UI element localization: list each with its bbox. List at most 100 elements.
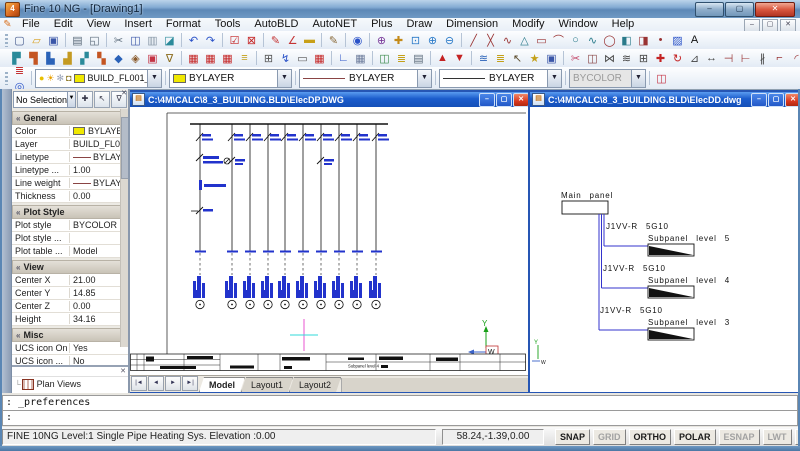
menu-view[interactable]: View: [80, 18, 118, 31]
bld-convert-icon[interactable]: ◈: [127, 50, 144, 66]
grid-small-icon[interactable]: ▦: [352, 50, 369, 66]
property-row[interactable]: Center Z0.00: [12, 300, 128, 313]
chamfer-icon[interactable]: ⌐: [771, 50, 788, 66]
draw-line-icon[interactable]: ╱: [465, 32, 482, 48]
table-edit-icon[interactable]: ⊞: [260, 50, 277, 66]
property-row[interactable]: Plot table ...Model: [12, 245, 128, 258]
find-icon[interactable]: ◉: [349, 32, 366, 48]
make-block-icon[interactable]: ◨: [635, 32, 652, 48]
child-maximize-button[interactable]: ▢: [768, 93, 784, 107]
layer-properties-icon[interactable]: ≣: [11, 62, 28, 78]
property-row[interactable]: Center Y14.85: [12, 287, 128, 300]
toolbar-grip[interactable]: [5, 72, 8, 85]
zoom-realtime-icon[interactable]: ⊕: [373, 32, 390, 48]
palette-close-icon[interactable]: ✕: [121, 89, 127, 97]
draw-polyline-icon[interactable]: ∿: [499, 32, 516, 48]
copy-clipboard-icon[interactable]: ◫: [127, 32, 144, 48]
copy-object-icon[interactable]: ◫: [584, 50, 601, 66]
print-preview-icon[interactable]: ◱: [86, 32, 103, 48]
chevron-down-icon[interactable]: ▼: [547, 70, 561, 87]
drawing-canvas-single-line-diagram[interactable]: Y W ✕: [130, 107, 530, 375]
bld-stairs-icon[interactable]: ▞: [76, 50, 93, 66]
box-edit-icon[interactable]: ▭: [294, 50, 311, 66]
prev-tab-button[interactable]: ◄: [148, 376, 164, 391]
zoom-in-icon[interactable]: ⊕: [424, 32, 441, 48]
chevron-down-icon[interactable]: ▼: [67, 92, 75, 107]
property-row[interactable]: UCS icon OnYes: [12, 342, 128, 355]
circuit-branch-icon[interactable]: ↯: [277, 50, 294, 66]
property-row[interactable]: Center X21.00: [12, 274, 128, 287]
lineweight-control-dropdown[interactable]: BYLAYER ▼: [439, 69, 562, 88]
menu-modify[interactable]: Modify: [505, 18, 551, 31]
insert-block-icon[interactable]: ◧: [618, 32, 635, 48]
toolbar-grip[interactable]: [5, 34, 8, 47]
section-header-view[interactable]: «View▪: [12, 260, 128, 274]
select-objects-button[interactable]: ↖: [94, 91, 110, 108]
undo-icon[interactable]: ↶: [185, 32, 202, 48]
break-icon[interactable]: ∦: [754, 50, 771, 66]
layers-list-icon[interactable]: ≣: [492, 50, 509, 66]
menu-dimension[interactable]: Dimension: [439, 18, 505, 31]
pan-icon[interactable]: ✚: [390, 32, 407, 48]
corner-tool-icon[interactable]: ∟: [335, 50, 352, 66]
net-panel-1-icon[interactable]: ▦: [185, 50, 202, 66]
property-row[interactable]: Thickness0.00: [12, 190, 128, 203]
draw-point-icon[interactable]: •: [652, 32, 669, 48]
erase-icon[interactable]: ✂: [567, 50, 584, 66]
make-object-layer-current-icon[interactable]: ◫: [653, 70, 670, 86]
panel-close-icon[interactable]: ✕: [120, 367, 126, 375]
level-up-icon[interactable]: ▲: [434, 50, 451, 66]
layer-stack-icon[interactable]: ≣: [393, 50, 410, 66]
net-panel-3-icon[interactable]: ▦: [219, 50, 236, 66]
measure-ruler-icon[interactable]: ▬: [301, 32, 318, 48]
menu-autobld[interactable]: AutoBLD: [247, 18, 305, 31]
net-levels-icon[interactable]: ≡: [236, 50, 253, 66]
first-tab-button[interactable]: |◄: [131, 376, 147, 391]
layer-lock-icon[interactable]: ◘: [66, 73, 71, 83]
section-header-general[interactable]: «General▪: [12, 111, 128, 125]
toggle-pickadd-button[interactable]: ✚: [77, 91, 93, 108]
scale-icon[interactable]: ⊿: [686, 50, 703, 66]
open-file-icon[interactable]: ▱: [28, 32, 45, 48]
draw-hatch-icon[interactable]: ▨: [669, 32, 686, 48]
save-file-icon[interactable]: ▣: [45, 32, 62, 48]
child-maximize-button[interactable]: ▢: [496, 93, 512, 107]
sketch-pen-icon[interactable]: ✎: [325, 32, 342, 48]
bld-roofs-icon[interactable]: ▟: [59, 50, 76, 66]
section-header-misc[interactable]: «Misc▪: [12, 328, 128, 342]
new-file-icon[interactable]: ▢: [11, 32, 28, 48]
color-control-dropdown[interactable]: BYLAYER ▼: [169, 69, 292, 88]
property-row[interactable]: ColorBYLAYER: [12, 125, 128, 138]
close-button[interactable]: ✕: [755, 2, 795, 17]
extend-icon[interactable]: ⊢: [737, 50, 754, 66]
bld-model-icon[interactable]: ▣: [144, 50, 161, 66]
property-row[interactable]: Plot styleBYCOLOR: [12, 219, 128, 232]
zoom-out-icon[interactable]: ⊖: [441, 32, 458, 48]
draw-spline-icon[interactable]: ∿: [584, 32, 601, 48]
linetype-control-dropdown[interactable]: BYLAYER ▼: [299, 69, 432, 88]
draw-polygon-icon[interactable]: △: [516, 32, 533, 48]
palette-title-strip[interactable]: [2, 89, 12, 393]
mirror-icon[interactable]: ⋈: [601, 50, 618, 66]
command-line-area[interactable]: : _preferences :: [0, 393, 800, 427]
move-icon[interactable]: ✚: [652, 50, 669, 66]
property-row[interactable]: LayerBUILD_FL001_: [12, 138, 128, 151]
property-row[interactable]: Linetype ...1.00: [12, 164, 128, 177]
draw-rectangle-icon[interactable]: ▭: [533, 32, 550, 48]
fillet-icon[interactable]: ◜: [788, 50, 800, 66]
chevron-down-icon[interactable]: ▼: [417, 70, 431, 87]
menu-file[interactable]: File: [15, 18, 47, 31]
trim-icon[interactable]: ⊣: [720, 50, 737, 66]
toggle-grid[interactable]: GRID: [593, 429, 626, 445]
plan-views-item[interactable]: └ Plan Views: [12, 377, 128, 391]
rotate-icon[interactable]: ↻: [669, 50, 686, 66]
redo-icon[interactable]: ↷: [202, 32, 219, 48]
title-bar[interactable]: 4 Fine 10 NG - [Drawing1] – ▢ ✕: [0, 0, 800, 18]
check-drawing-icon[interactable]: ☑: [226, 32, 243, 48]
drawing-window-title-bar[interactable]: ▤ C:\4M\CALC\8_3_BUILDING.BLD\ElecDP.DWG…: [130, 92, 530, 107]
child-minimize-button[interactable]: –: [751, 93, 767, 107]
maximize-button[interactable]: ▢: [725, 2, 754, 17]
copy-level-icon[interactable]: ◫: [376, 50, 393, 66]
property-row[interactable]: Plot style ...: [12, 232, 128, 245]
child-close-button[interactable]: ✕: [513, 93, 529, 107]
